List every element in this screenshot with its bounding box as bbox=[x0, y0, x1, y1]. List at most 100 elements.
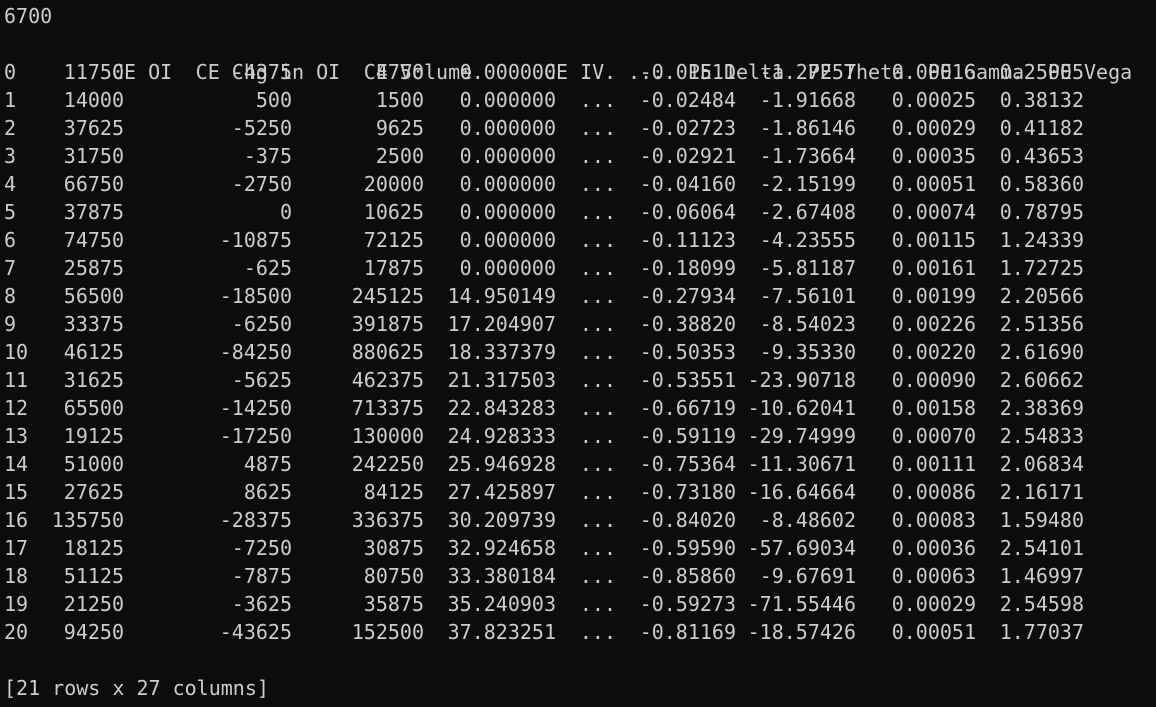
cell-ce-volume: 20000 bbox=[363, 172, 424, 196]
cell-ce-oi: 25875 bbox=[63, 256, 124, 280]
cell-ce-chg-in-oi: -14250 bbox=[219, 396, 292, 420]
cell-pe-delta: -0.84020 bbox=[639, 508, 736, 532]
cell-ce-iv: 0.000000 bbox=[459, 172, 556, 196]
table-row: 18 51125 -7875 80750 33.380184... -0.85860 -9.… bbox=[4, 562, 1152, 590]
cell-index: 14 bbox=[4, 452, 29, 476]
cell-ce-volume: 2500 bbox=[375, 144, 424, 168]
cell-pe-vega: 2.54101 bbox=[999, 536, 1084, 560]
cell-ce-oi: 65500 bbox=[63, 396, 124, 420]
cell-pe-delta: -0.18099 bbox=[639, 256, 736, 280]
table-row: 19 21250 -3625 35875 35.240903... -0.59273 -71… bbox=[4, 590, 1152, 618]
cell-index: 16 bbox=[4, 508, 29, 532]
cell-pe-vega: 2.60662 bbox=[999, 368, 1084, 392]
cell-ce-oi: 18125 bbox=[63, 536, 124, 560]
cell-pe-theta: -18.57426 bbox=[747, 620, 856, 644]
cell-ce-volume: 336375 bbox=[351, 508, 424, 532]
cell-pe-delta: -0.50353 bbox=[639, 340, 736, 364]
cell-pe-vega: 1.24339 bbox=[999, 228, 1084, 252]
cell-pe-vega: 2.54598 bbox=[999, 592, 1084, 616]
cell-ellipsis: ... bbox=[579, 396, 616, 420]
cell-ce-volume: 17875 bbox=[363, 256, 424, 280]
cell-pe-theta: -5.81187 bbox=[759, 256, 856, 280]
cell-ce-oi: 33375 bbox=[63, 312, 124, 336]
cell-ce-chg-in-oi: -10875 bbox=[219, 228, 292, 252]
cell-ce-volume: 84125 bbox=[363, 480, 424, 504]
cell-pe-theta: -10.62041 bbox=[747, 396, 856, 420]
cell-ce-oi: 37625 bbox=[63, 116, 124, 140]
cell-ce-chg-in-oi: 8625 bbox=[243, 480, 292, 504]
cell-pe-gamma: 0.00090 bbox=[891, 368, 976, 392]
cell-pe-delta: -0.04160 bbox=[639, 172, 736, 196]
cell-ce-iv: 35.240903 bbox=[447, 592, 556, 616]
cell-pe-delta: -0.02723 bbox=[639, 116, 736, 140]
cell-index: 0 bbox=[4, 60, 17, 84]
cell-index: 3 bbox=[4, 144, 17, 168]
cell-pe-gamma: 0.00070 bbox=[891, 424, 976, 448]
cell-pe-theta: -1.91668 bbox=[759, 88, 856, 112]
cell-pe-delta: -0.81169 bbox=[639, 620, 736, 644]
cell-pe-vega: 1.77037 bbox=[999, 620, 1084, 644]
table-row: 11 31625 -5625 462375 21.317503... -0.53551 -2… bbox=[4, 366, 1152, 394]
cell-ce-chg-in-oi: -625 bbox=[243, 256, 292, 280]
cell-ce-volume: 130000 bbox=[351, 424, 424, 448]
cell-ellipsis: ... bbox=[579, 480, 616, 504]
table-row: 9 33375 -6250 391875 17.204907... -0.38820 -8.… bbox=[4, 310, 1152, 338]
cell-pe-theta: -57.69034 bbox=[747, 536, 856, 560]
cell-ce-volume: 35875 bbox=[363, 592, 424, 616]
cell-ce-iv: 22.843283 bbox=[447, 396, 556, 420]
cell-pe-delta: -0.59119 bbox=[639, 424, 736, 448]
cell-ce-chg-in-oi: -375 bbox=[243, 144, 292, 168]
cell-pe-vega: 0.78795 bbox=[999, 200, 1084, 224]
cell-ce-oi: 19125 bbox=[63, 424, 124, 448]
cell-pe-gamma: 0.00220 bbox=[891, 340, 976, 364]
cell-ce-volume: 245125 bbox=[351, 284, 424, 308]
cell-ellipsis: ... bbox=[579, 60, 616, 84]
cell-pe-theta: -4.23555 bbox=[759, 228, 856, 252]
cell-ellipsis: ... bbox=[579, 564, 616, 588]
cell-pe-theta: -9.35330 bbox=[759, 340, 856, 364]
cell-index: 13 bbox=[4, 424, 29, 448]
table-row: 2 37625 -5250 9625 0.000000... -0.02723 -1.861… bbox=[4, 114, 1152, 142]
cell-pe-delta: -0.06064 bbox=[639, 200, 736, 224]
cell-pe-gamma: 0.00029 bbox=[891, 592, 976, 616]
cell-ce-volume: 10625 bbox=[363, 200, 424, 224]
cell-pe-vega: 1.59480 bbox=[999, 508, 1084, 532]
cell-ce-iv: 0.000000 bbox=[459, 256, 556, 280]
cell-pe-theta: -8.48602 bbox=[759, 508, 856, 532]
cell-ce-volume: 9625 bbox=[375, 116, 424, 140]
cell-ce-chg-in-oi: -7250 bbox=[231, 536, 292, 560]
cell-ellipsis: ... bbox=[579, 172, 616, 196]
table-body: 0 11750 -4375 4750 0.000000... -0.01511 -1.272… bbox=[4, 58, 1152, 646]
cell-pe-theta: -2.67408 bbox=[759, 200, 856, 224]
cell-pe-vega: 2.20566 bbox=[999, 284, 1084, 308]
cell-pe-vega: 0.43653 bbox=[999, 144, 1084, 168]
cell-pe-theta: -1.73664 bbox=[759, 144, 856, 168]
cell-ellipsis: ... bbox=[579, 368, 616, 392]
cell-pe-vega: 2.51356 bbox=[999, 312, 1084, 336]
cell-index: 10 bbox=[4, 340, 29, 364]
cell-index: 6 bbox=[4, 228, 17, 252]
cell-pe-theta: -8.54023 bbox=[759, 312, 856, 336]
cell-ce-volume: 242250 bbox=[351, 452, 424, 476]
cell-pe-theta: -16.64664 bbox=[747, 480, 856, 504]
cell-ce-volume: 30875 bbox=[363, 536, 424, 560]
cell-pe-delta: -0.02921 bbox=[639, 144, 736, 168]
table-row: 5 37875 0 10625 0.000000... -0.06064 -2.67408 0… bbox=[4, 198, 1152, 226]
cell-ce-oi: 14000 bbox=[63, 88, 124, 112]
cell-ce-chg-in-oi: 500 bbox=[255, 88, 292, 112]
cell-ce-iv: 37.823251 bbox=[447, 620, 556, 644]
table-row: 3 31750 -375 2500 0.000000... -0.02921 -1.7366… bbox=[4, 142, 1152, 170]
cell-ce-oi: 51000 bbox=[63, 452, 124, 476]
cell-pe-vega: 0.25005 bbox=[999, 60, 1084, 84]
cell-pe-delta: -0.59273 bbox=[639, 592, 736, 616]
cell-ce-iv: 24.928333 bbox=[447, 424, 556, 448]
terminal-output: 6700 CE OI CE Chg in OI CE Volume CE IV... P… bbox=[4, 2, 1152, 702]
cell-pe-gamma: 0.00051 bbox=[891, 620, 976, 644]
cell-pe-gamma: 0.00111 bbox=[891, 452, 976, 476]
cell-index: 18 bbox=[4, 564, 29, 588]
cell-pe-theta: -7.56101 bbox=[759, 284, 856, 308]
cell-index: 15 bbox=[4, 480, 29, 504]
cell-ce-volume: 462375 bbox=[351, 368, 424, 392]
cell-ce-chg-in-oi: -4375 bbox=[231, 60, 292, 84]
